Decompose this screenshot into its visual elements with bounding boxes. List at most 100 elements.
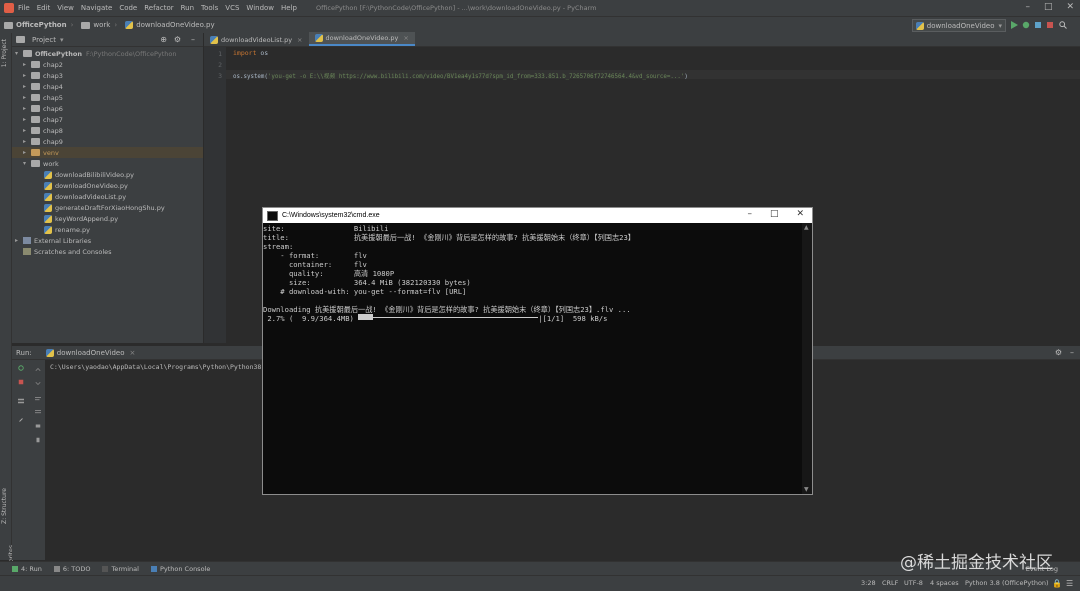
menu-code[interactable]: Code <box>119 4 137 12</box>
breadcrumb-separator: › <box>114 21 118 29</box>
run-configuration-select[interactable]: downloadOneVideo ▾ <box>911 19 1006 32</box>
rerun-icon[interactable] <box>17 365 25 371</box>
close-icon[interactable]: × <box>297 36 302 44</box>
chevron-down-icon: ▾ <box>15 50 19 57</box>
menu-edit[interactable]: Edit <box>37 4 51 12</box>
folder-icon <box>31 149 40 156</box>
tree-item-label: keyWordAppend.py <box>55 214 119 223</box>
python-file-icon <box>44 170 52 179</box>
menu-tools[interactable]: Tools <box>201 4 218 12</box>
tree-item-chap6[interactable]: ▸ chap6 <box>12 103 203 114</box>
tree-item-label: External Libraries <box>34 236 92 245</box>
menu-vcs[interactable]: VCS <box>225 4 239 12</box>
tree-item-external-libraries[interactable]: ▸ External Libraries <box>12 235 203 246</box>
scroll-to-end-icon[interactable] <box>34 409 42 415</box>
tree-file-item[interactable]: downloadVideoList.py <box>12 191 235 202</box>
tool-tab-python-console[interactable]: Python Console <box>150 565 210 573</box>
tree-item-venv[interactable]: ▸ venv <box>12 147 203 158</box>
tree-file-item[interactable]: downloadOneVideo.py <box>12 180 235 191</box>
hide-icon[interactable]: – <box>191 35 195 44</box>
structure-tool-tab[interactable]: Z: Structure <box>1 488 8 524</box>
folder-icon <box>81 21 91 29</box>
cmd-console[interactable]: site: Bilibili title: 抗美援朝最后一战! 《金刚川》背后是… <box>263 223 801 494</box>
run-icon[interactable] <box>1010 21 1018 29</box>
search-icon[interactable] <box>1059 21 1067 29</box>
tree-item-chap9[interactable]: ▸ chap9 <box>12 136 203 147</box>
tree-root-item[interactable]: ▾ OfficePython F:\PythonCode\OfficePython <box>12 48 203 59</box>
notification-icon[interactable]: ☰ <box>1066 579 1073 588</box>
print-icon[interactable] <box>34 423 42 429</box>
locate-icon[interactable]: ⊕ <box>160 35 167 44</box>
tree-item-chap2[interactable]: ▸ chap2 <box>12 59 203 70</box>
menu-navigate[interactable]: Navigate <box>81 4 112 12</box>
debug-icon[interactable] <box>1022 21 1030 29</box>
coverage-icon[interactable] <box>1034 21 1042 29</box>
cmd-scrollbar[interactable]: ▲ ▼ <box>802 223 812 494</box>
menu-refactor[interactable]: Refactor <box>144 4 173 12</box>
maximize-icon[interactable]: □ <box>1044 2 1053 12</box>
tree-item-work[interactable]: ▾ work <box>12 158 203 169</box>
python-file-icon <box>44 214 52 223</box>
file-encoding[interactable]: UTF-8 <box>904 579 923 587</box>
menu-help[interactable]: Help <box>281 4 297 12</box>
scroll-down-icon[interactable]: ▼ <box>804 486 809 493</box>
gear-icon[interactable]: ⚙ <box>1055 348 1062 357</box>
close-icon[interactable]: ✕ <box>796 209 804 219</box>
chevron-right-icon: ▸ <box>23 94 27 101</box>
menu-view[interactable]: View <box>57 4 74 12</box>
cmd-titlebar[interactable]: C:\Windows\system32\cmd.exe – □ ✕ <box>263 208 812 223</box>
minimize-icon[interactable]: – <box>1025 2 1030 12</box>
menu-file[interactable]: File <box>18 4 30 12</box>
maximize-icon[interactable]: □ <box>770 209 779 219</box>
stop-icon[interactable] <box>17 379 25 385</box>
close-icon[interactable]: × <box>130 349 136 357</box>
breadcrumb-project[interactable]: OfficePython <box>4 21 67 29</box>
chevron-down-icon[interactable]: ▾ <box>60 36 64 44</box>
indent-setting[interactable]: 4 spaces <box>930 579 959 587</box>
tool-tab-terminal[interactable]: Terminal <box>102 565 139 573</box>
close-icon[interactable]: ✕ <box>1066 2 1074 12</box>
caret-position[interactable]: 3:28 <box>861 579 876 587</box>
project-tool-tab[interactable]: 1: Project <box>1 39 8 67</box>
menu-bar: File Edit View Navigate Code Refactor Ru… <box>0 0 1080 16</box>
pin-icon[interactable] <box>17 417 25 423</box>
menu-window[interactable]: Window <box>246 4 274 12</box>
trash-icon[interactable] <box>34 437 42 443</box>
minimize-icon[interactable]: – <box>747 209 752 219</box>
tree-item-chap8[interactable]: ▸ chap8 <box>12 125 203 136</box>
tree-item-chap4[interactable]: ▸ chap4 <box>12 81 203 92</box>
tree-item-scratches[interactable]: Scratches and Consoles <box>12 246 214 257</box>
line-number: 3 <box>218 72 222 80</box>
tree-file-item[interactable]: keyWordAppend.py <box>12 213 235 224</box>
tool-tab-run[interactable]: 4: Run <box>12 565 42 573</box>
project-view-select[interactable]: Project <box>32 36 56 44</box>
menu-run[interactable]: Run <box>181 4 194 12</box>
hide-icon[interactable]: – <box>1070 348 1074 357</box>
tree-item-label: chap9 <box>43 137 63 146</box>
run-tab[interactable]: downloadOneVideo × <box>45 348 136 357</box>
tree-file-item[interactable]: rename.py <box>12 224 235 235</box>
breadcrumb-file[interactable]: downloadOneVideo.py <box>125 21 215 29</box>
chevron-right-icon: ▸ <box>23 83 27 90</box>
tree-file-item[interactable]: generateDraftForXiaoHongShu.py <box>12 202 235 213</box>
stop-icon[interactable] <box>1046 21 1054 29</box>
tree-item-chap3[interactable]: ▸ chap3 <box>12 70 203 81</box>
line-separator[interactable]: CRLF <box>882 579 898 587</box>
tab-downloadvideolist[interactable]: downloadVideoList.py × <box>204 34 309 46</box>
arrow-up-icon[interactable] <box>34 367 42 373</box>
python-interpreter[interactable]: Python 3.8 (OfficePython) <box>965 579 1049 587</box>
close-icon[interactable]: × <box>403 34 408 42</box>
breadcrumb-work[interactable]: work <box>81 21 110 29</box>
run-icon <box>12 566 18 572</box>
arrow-down-icon[interactable] <box>34 380 42 386</box>
gear-icon[interactable]: ⚙ <box>174 35 181 44</box>
scroll-up-icon[interactable]: ▲ <box>804 224 809 231</box>
tree-item-chap7[interactable]: ▸ chap7 <box>12 114 203 125</box>
tree-item-chap5[interactable]: ▸ chap5 <box>12 92 203 103</box>
tree-file-item[interactable]: downloadBilibiliVideo.py <box>12 169 235 180</box>
tab-downloadonevideo[interactable]: downloadOneVideo.py × <box>308 32 415 46</box>
soft-wrap-icon[interactable] <box>34 396 42 402</box>
restore-layout-icon[interactable] <box>17 398 25 404</box>
tool-tab-todo[interactable]: 6: TODO <box>53 565 90 573</box>
lock-icon[interactable]: 🔒 <box>1052 579 1062 588</box>
